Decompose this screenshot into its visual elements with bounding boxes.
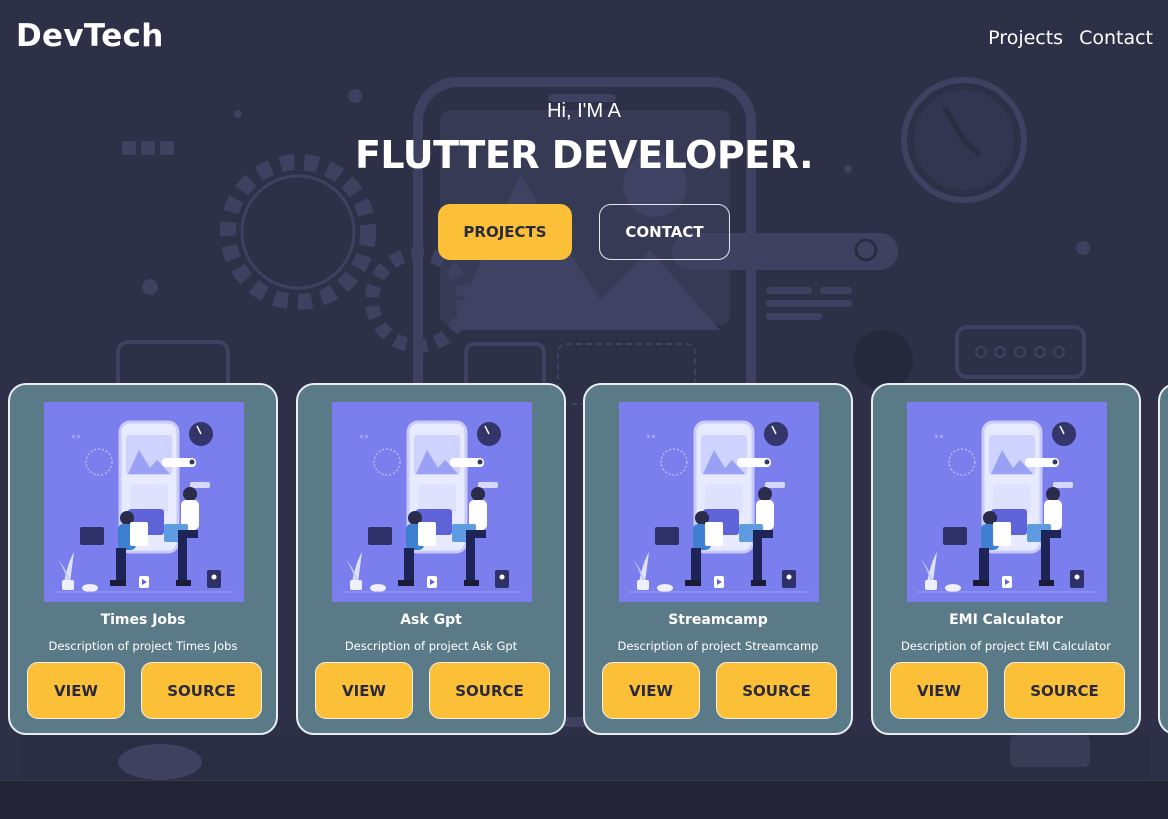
project-description: Description of project Streamcamp [617,639,819,653]
source-button[interactable]: SOURCE [1004,662,1125,719]
nav-contact-link[interactable]: Contact [1079,27,1153,49]
project-description: Description of project Ask Gpt [344,639,518,653]
project-title: Ask Gpt [400,612,462,628]
contact-button[interactable]: CONTACT [599,204,730,260]
nav-projects-link[interactable]: Projects [988,27,1063,49]
project-card: Times Jobs Description of project Times … [8,383,278,735]
project-card: Ask Gpt Description of project Ask Gpt V… [296,383,566,735]
source-button[interactable]: SOURCE [429,662,550,719]
source-button[interactable]: SOURCE [716,662,837,719]
logo[interactable]: DevTech [16,18,164,54]
view-button[interactable]: VIEW [27,662,125,719]
source-button[interactable]: SOURCE [141,662,262,719]
footer [0,780,1168,819]
view-button[interactable]: VIEW [890,662,988,719]
view-button[interactable]: VIEW [315,662,413,719]
project-description: Description of project EMI Calculator [900,639,1112,653]
project-title: Streamcamp [668,612,768,628]
project-title: Times Jobs [100,612,186,628]
hero-section: DevTech Projects Contact Hi, I'M A FLUTT… [0,0,1168,780]
projects-button[interactable]: PROJECTS [438,204,572,260]
project-title: EMI Calculator [949,612,1063,628]
project-thumbnail [619,402,819,602]
project-thumbnail [332,402,532,602]
project-card: Streamcamp Description of project Stream… [583,383,853,735]
hero-intro: Hi, I'M A [547,100,621,122]
project-thumbnail [907,402,1107,602]
hero-title: FLUTTER DEVELOPER. [354,133,814,177]
main-nav: Projects Contact [988,27,1153,49]
view-button[interactable]: VIEW [602,662,700,719]
project-card-partial [1158,383,1168,735]
project-description: Description of project Times Jobs [48,639,238,653]
project-card: EMI Calculator Description of project EM… [871,383,1141,735]
project-thumbnail [44,402,244,602]
